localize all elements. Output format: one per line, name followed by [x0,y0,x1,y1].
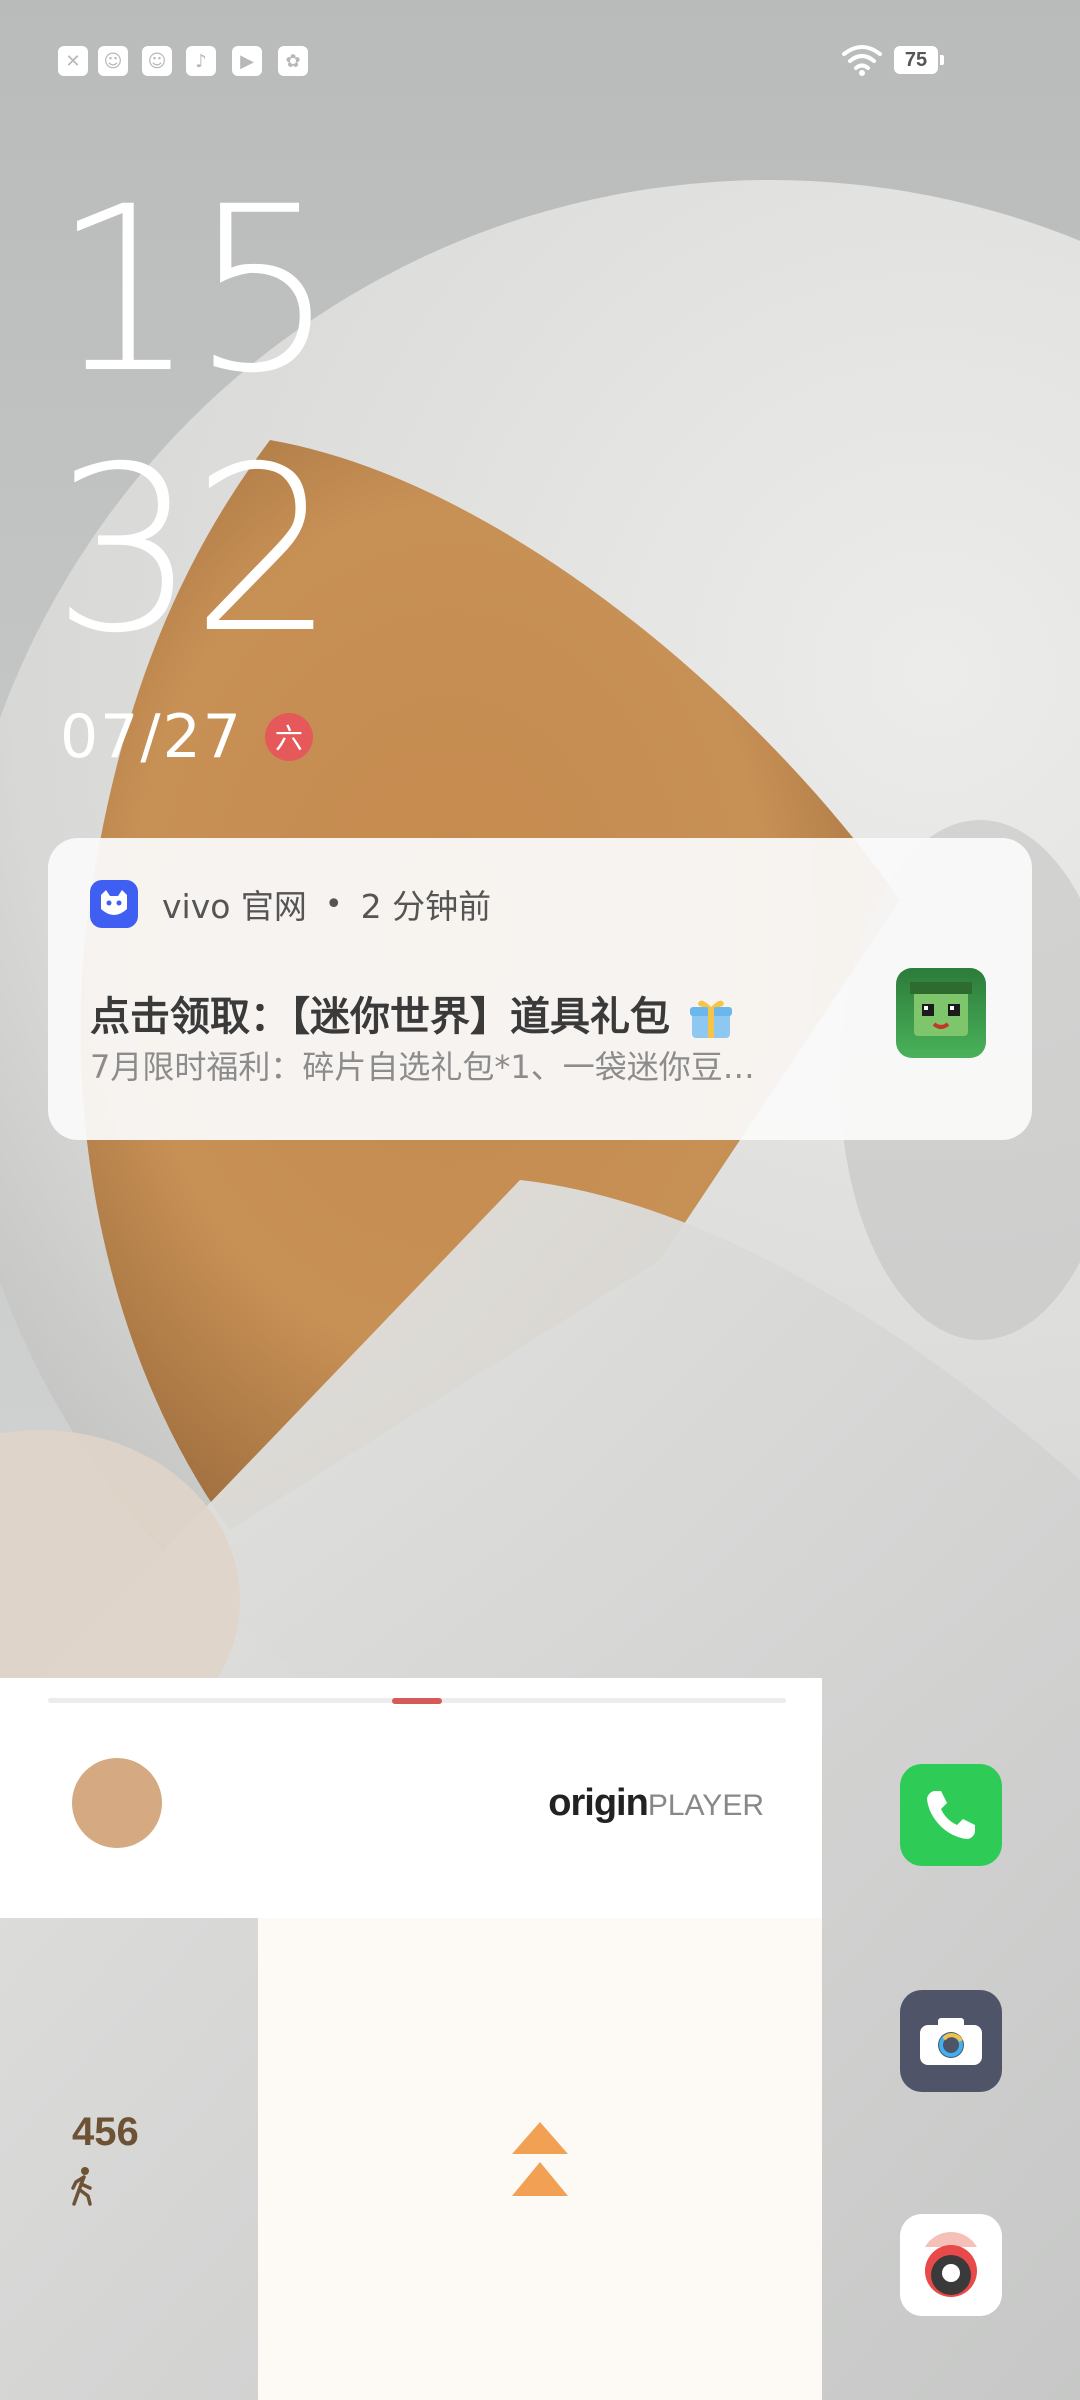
swipe-up-icon[interactable] [508,2118,572,2202]
notification-time: 2 分钟前 [360,887,492,926]
music-player-widget[interactable]: origin PLAYER [0,1678,822,1918]
notification-header: vivo 官网 • 2 分钟前 [90,880,491,928]
brand-origin: origin [548,1782,649,1824]
step-count: 456 [72,2110,139,2154]
music-note-icon: ♪ [186,46,216,76]
notification-body: 7月限时福利：碎片自选礼包*1、一袋迷你豆… [90,1048,755,1086]
close-icon: ✕ [58,46,88,76]
game-thumbnail [896,968,986,1058]
date: 07/27 [60,702,243,772]
notification-app-name: vivo 官网 [162,887,307,926]
notification-title: 点击领取：【迷你世界】道具礼包 [90,984,734,1042]
status-bar: ✕ ☺ ☺ ♪ ▶ ✿ 75 [0,0,1080,120]
gift-icon [689,1000,732,1038]
clock-hour: 15 [52,157,336,423]
camera-app-button[interactable] [900,1990,1002,2092]
brand-player: PLAYER [647,1789,764,1822]
camera-icon [920,2018,982,2065]
progress-indicator[interactable] [392,1698,442,1704]
swipe-up-panel[interactable] [258,1918,822,2400]
steps-widget[interactable]: 456 [0,1918,258,2400]
phone-app-button[interactable] [900,1764,1002,1866]
clock-minute: 32 [52,417,336,683]
notification-card[interactable]: vivo 官网 • 2 分钟前 点击领取：【迷你世界】道具礼包 7月限时福利：碎… [48,838,1032,1140]
notification-title-text: 点击领取：【迷你世界】道具礼包 [90,994,670,1040]
music-icon [925,2231,977,2297]
date-row: 07/27 六 [60,702,313,772]
vivo-app-icon [90,880,138,928]
origin-player-logo: origin PLAYER [548,1782,764,1825]
album-art[interactable] [72,1758,162,1848]
wifi-icon [842,45,882,76]
phone-icon [927,1791,975,1839]
battery-level: 75 [904,48,928,71]
app-mascot-icon: ☺ [142,46,172,76]
weekday-badge: 六 [264,713,313,761]
music-app-button[interactable] [900,2214,1002,2316]
separator-dot: • [324,886,343,922]
pinwheel-icon: ✿ [278,46,308,76]
quick-launch-dock [822,1678,1080,2400]
walking-icon [71,2167,92,2206]
battery-indicator: 75 [894,46,944,74]
play-icon: ▶ [232,46,262,76]
app-mascot-icon: ☺ [98,46,128,76]
